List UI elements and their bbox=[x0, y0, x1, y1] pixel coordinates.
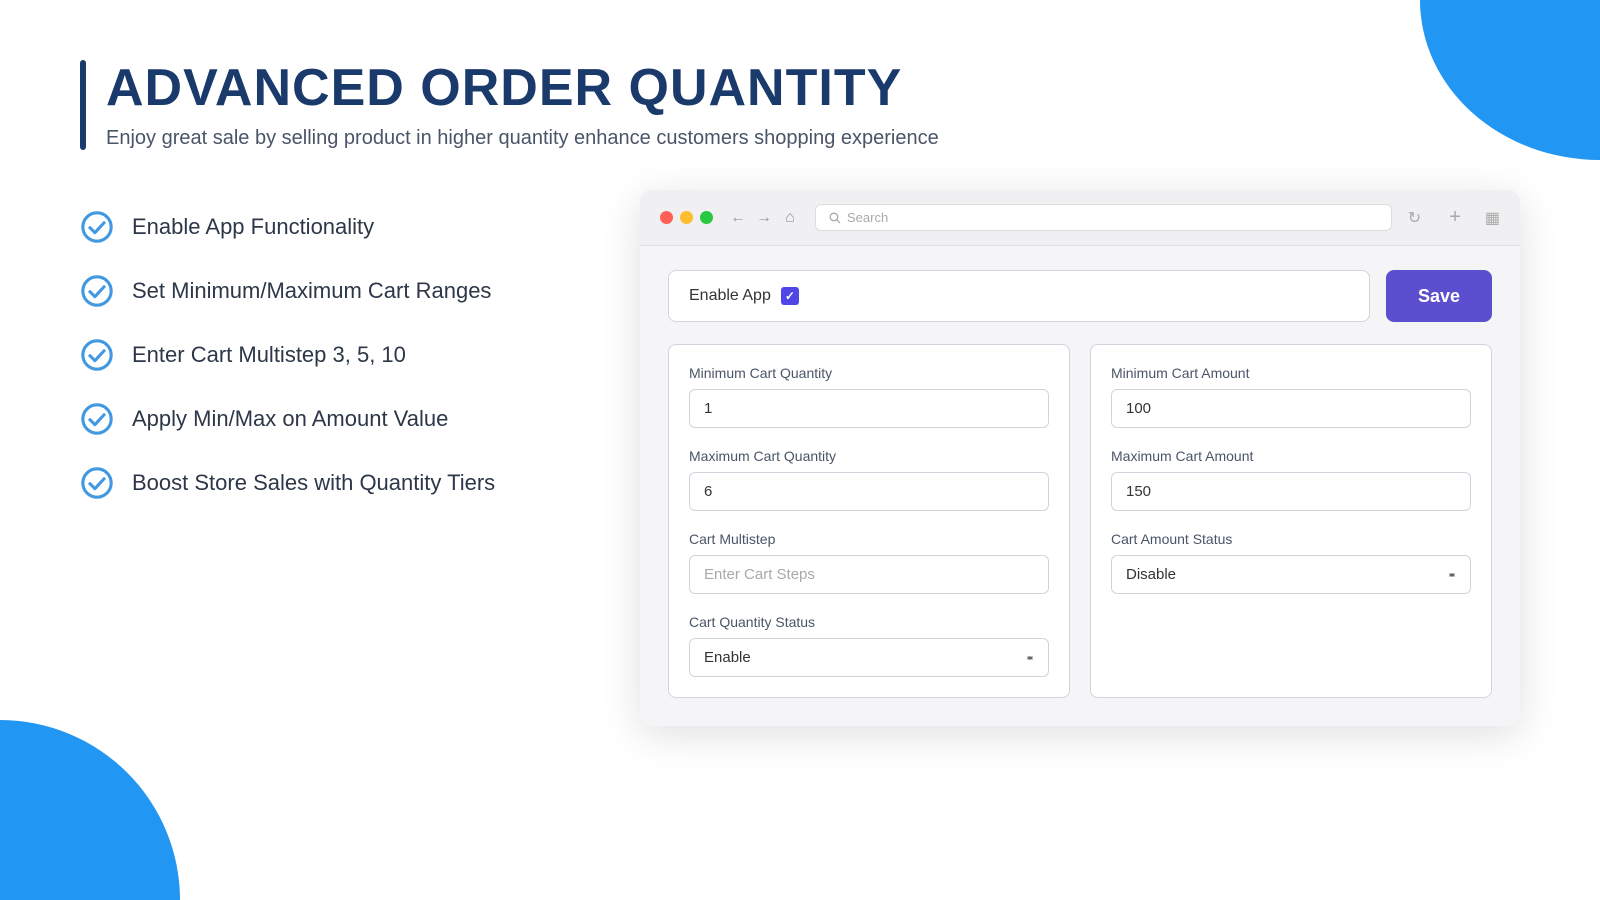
feature-label: Apply Min/Max on Amount Value bbox=[132, 406, 448, 432]
amount-status-select[interactable]: Disable Enable bbox=[1111, 555, 1471, 594]
back-icon[interactable]: ← bbox=[729, 209, 747, 227]
enable-app-label: Enable App bbox=[689, 287, 771, 305]
multistep-label: Cart Multistep bbox=[689, 531, 1049, 547]
min-qty-label: Minimum Cart Quantity bbox=[689, 365, 1049, 381]
home-icon[interactable]: ⌂ bbox=[781, 209, 799, 227]
min-amount-label: Minimum Cart Amount bbox=[1111, 365, 1471, 381]
qty-status-select[interactable]: Enable Disable bbox=[689, 638, 1049, 677]
qty-status-field: Cart Quantity Status Enable Disable bbox=[689, 614, 1049, 677]
check-circle-icon bbox=[80, 466, 114, 500]
multistep-field: Cart Multistep bbox=[689, 531, 1049, 594]
close-dot[interactable] bbox=[660, 211, 673, 224]
multistep-input[interactable] bbox=[689, 555, 1049, 594]
right-form-panel: Minimum Cart Amount Maximum Cart Amount … bbox=[1090, 344, 1492, 698]
list-item: Apply Min/Max on Amount Value bbox=[80, 402, 580, 436]
max-amount-input[interactable] bbox=[1111, 472, 1471, 511]
feature-label: Enable App Functionality bbox=[132, 214, 374, 240]
max-qty-field: Maximum Cart Quantity bbox=[689, 448, 1049, 511]
list-item: Set Minimum/Maximum Cart Ranges bbox=[80, 274, 580, 308]
minimize-dot[interactable] bbox=[680, 211, 693, 224]
list-item: Boost Store Sales with Quantity Tiers bbox=[80, 466, 580, 500]
features-list: Enable App Functionality Set Minimum/Max… bbox=[80, 190, 580, 530]
check-circle-icon bbox=[80, 210, 114, 244]
page-subtitle: Enjoy great sale by selling product in h… bbox=[106, 127, 939, 150]
feature-label: Boost Store Sales with Quantity Tiers bbox=[132, 470, 495, 496]
list-item: Enable App Functionality bbox=[80, 210, 580, 244]
enable-app-checkbox[interactable] bbox=[781, 287, 799, 305]
min-qty-field: Minimum Cart Quantity bbox=[689, 365, 1049, 428]
browser-search-bar[interactable]: Search bbox=[815, 204, 1392, 231]
min-qty-input[interactable] bbox=[689, 389, 1049, 428]
form-grid: Minimum Cart Quantity Maximum Cart Quant… bbox=[668, 344, 1492, 698]
page-title: ADVANCED ORDER QUANTITY bbox=[106, 60, 939, 117]
feature-label: Enter Cart Multistep 3, 5, 10 bbox=[132, 342, 406, 368]
max-qty-label: Maximum Cart Quantity bbox=[689, 448, 1049, 464]
header-border-accent bbox=[80, 60, 86, 150]
amount-status-label: Cart Amount Status bbox=[1111, 531, 1471, 547]
check-circle-icon bbox=[80, 338, 114, 372]
left-form-panel: Minimum Cart Quantity Maximum Cart Quant… bbox=[668, 344, 1070, 698]
min-amount-field: Minimum Cart Amount bbox=[1111, 365, 1471, 428]
browser-mockup: ← → ⌂ Search ↻ + ▦ En bbox=[640, 190, 1520, 726]
amount-status-field: Cart Amount Status Disable Enable bbox=[1111, 531, 1471, 594]
reload-icon[interactable]: ↻ bbox=[1408, 208, 1421, 228]
max-amount-field: Maximum Cart Amount bbox=[1111, 448, 1471, 511]
search-icon bbox=[828, 211, 841, 224]
min-amount-input[interactable] bbox=[1111, 389, 1471, 428]
save-button[interactable]: Save bbox=[1386, 270, 1492, 322]
enable-app-row: Enable App Save bbox=[668, 270, 1492, 322]
forward-icon[interactable]: → bbox=[755, 209, 773, 227]
check-circle-icon bbox=[80, 274, 114, 308]
browser-content: Enable App Save Minimum Cart Quantity bbox=[640, 246, 1520, 726]
feature-label: Set Minimum/Maximum Cart Ranges bbox=[132, 278, 491, 304]
tabs-icon[interactable]: ▦ bbox=[1485, 208, 1500, 228]
qty-status-label: Cart Quantity Status bbox=[689, 614, 1049, 630]
add-tab-icon[interactable]: + bbox=[1449, 206, 1461, 229]
check-circle-icon bbox=[80, 402, 114, 436]
max-qty-input[interactable] bbox=[689, 472, 1049, 511]
search-placeholder: Search bbox=[847, 210, 888, 225]
maximize-dot[interactable] bbox=[700, 211, 713, 224]
enable-app-field: Enable App bbox=[668, 270, 1370, 322]
max-amount-label: Maximum Cart Amount bbox=[1111, 448, 1471, 464]
window-dots bbox=[660, 211, 713, 224]
browser-toolbar: ← → ⌂ Search ↻ + ▦ bbox=[640, 190, 1520, 246]
browser-nav-icons: ← → ⌂ bbox=[729, 209, 799, 227]
list-item: Enter Cart Multistep 3, 5, 10 bbox=[80, 338, 580, 372]
page-header: ADVANCED ORDER QUANTITY Enjoy great sale… bbox=[80, 60, 1520, 150]
